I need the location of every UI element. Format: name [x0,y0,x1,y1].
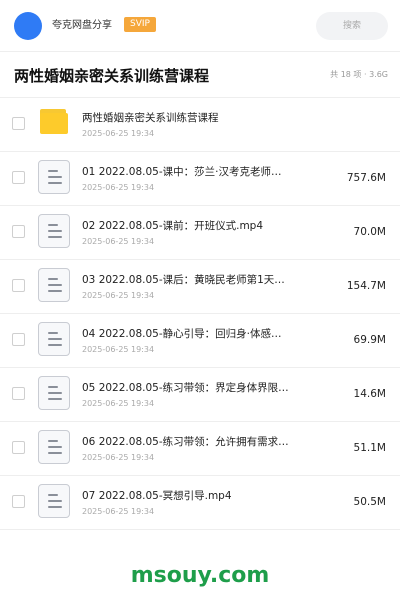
file-date: 2025-06-25 19:34 [82,453,155,462]
page-title: 两性婚姻亲密关系训练营课程 [14,67,210,85]
row-checkbox[interactable] [12,441,25,454]
file-size: 70.0M [353,226,386,238]
row-checkbox[interactable] [12,333,25,346]
file-size: 757.6M [346,172,386,184]
file-name: 05 2022.08.05-练习带领：界定身体界限… [82,382,289,394]
document-icon [38,322,70,356]
header-bar: 夸克网盘分享 SVIP 搜索 [0,0,400,52]
username: 夸克网盘分享 [52,20,112,31]
file-date: 2025-06-25 19:34 [82,345,155,354]
file-row[interactable]: 02 2022.08.05-课前：开班仪式.mp4 2025-06-25 19:… [0,206,400,260]
file-list: 两性婚姻亲密关系训练营课程 2025-06-25 19:34 01 2022.0… [0,98,400,530]
file-date: 2025-06-25 19:34 [82,291,155,300]
file-name: 02 2022.08.05-课前：开班仪式.mp4 [82,220,264,232]
file-name: 07 2022.08.05-冥想引导.mp4 [82,490,232,502]
site-watermark: msouy.com [130,563,270,588]
folder-row[interactable]: 两性婚姻亲密关系训练营课程 2025-06-25 19:34 [0,98,400,152]
folder-icon [38,106,70,140]
document-icon [38,160,70,194]
row-checkbox[interactable] [12,279,25,292]
file-row[interactable]: 06 2022.08.05-练习带领：允许拥有需求… 2025-06-25 19… [0,422,400,476]
file-row[interactable]: 05 2022.08.05-练习带领：界定身体界限… 2025-06-25 19… [0,368,400,422]
search-input[interactable]: 搜索 [316,12,388,40]
file-date: 2025-06-25 19:34 [82,183,155,192]
file-size: 50.5M [353,496,386,508]
folder-title-bar: 两性婚姻亲密关系训练营课程 共 18 项 · 3.6G [0,52,400,98]
file-size: 154.7M [346,280,386,292]
file-row[interactable]: 01 2022.08.05-课中：莎兰·汉考克老师… 2025-06-25 19… [0,152,400,206]
file-name: 06 2022.08.05-练习带领：允许拥有需求… [82,436,289,448]
file-row[interactable]: 07 2022.08.05-冥想引导.mp4 2025-06-25 19:34 … [0,476,400,530]
folder-summary: 共 18 项 · 3.6G [330,70,388,79]
file-date: 2025-06-25 19:34 [82,129,155,138]
document-icon [38,214,70,248]
row-checkbox[interactable] [12,495,25,508]
file-date: 2025-06-25 19:34 [82,237,155,246]
file-size: 69.9M [353,334,386,346]
document-icon [38,376,70,410]
file-name: 03 2022.08.05-课后：黄晓民老师第1天… [82,274,285,286]
file-size: 14.6M [353,388,386,400]
file-name: 两性婚姻亲密关系训练营课程 [82,112,219,124]
document-icon [38,430,70,464]
row-checkbox[interactable] [12,387,25,400]
row-checkbox[interactable] [12,225,25,238]
row-checkbox[interactable] [12,117,25,130]
file-row[interactable]: 03 2022.08.05-课后：黄晓民老师第1天… 2025-06-25 19… [0,260,400,314]
file-date: 2025-06-25 19:34 [82,507,155,516]
svip-badge: SVIP [124,17,156,32]
file-size: 51.1M [353,442,386,454]
avatar[interactable] [14,12,42,40]
file-name: 01 2022.08.05-课中：莎兰·汉考克老师… [82,166,282,178]
file-row[interactable]: 04 2022.08.05-静心引导：回归身·体感… 2025-06-25 19… [0,314,400,368]
file-name: 04 2022.08.05-静心引导：回归身·体感… [82,328,282,340]
document-icon [38,268,70,302]
row-checkbox[interactable] [12,171,25,184]
document-icon [38,484,70,518]
file-date: 2025-06-25 19:34 [82,399,155,408]
